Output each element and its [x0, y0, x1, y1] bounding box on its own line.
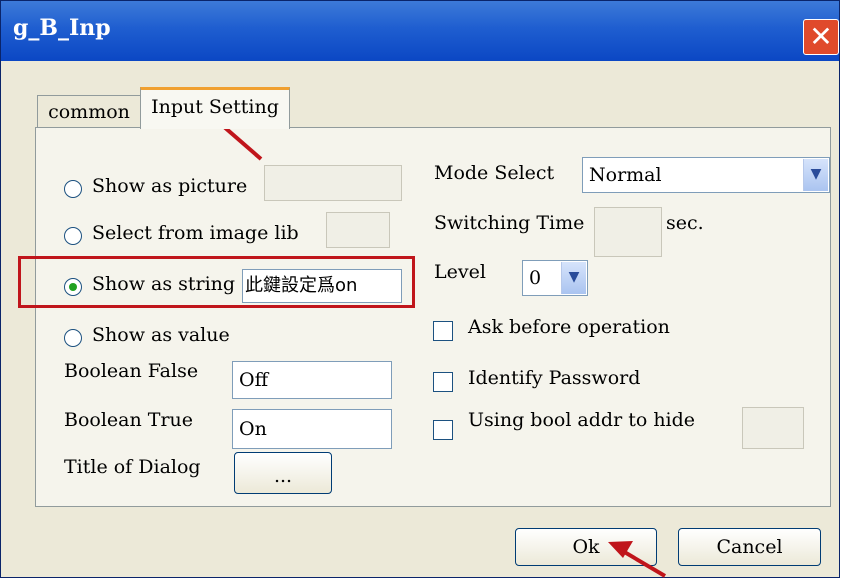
- arrow-to-ok: [608, 541, 667, 578]
- dialog-window: g_B_Inp ✕ common Input Setting Show as p…: [0, 0, 840, 578]
- tab-input-setting[interactable]: Input Setting: [140, 87, 290, 129]
- annotation-arrows: [205, 111, 667, 578]
